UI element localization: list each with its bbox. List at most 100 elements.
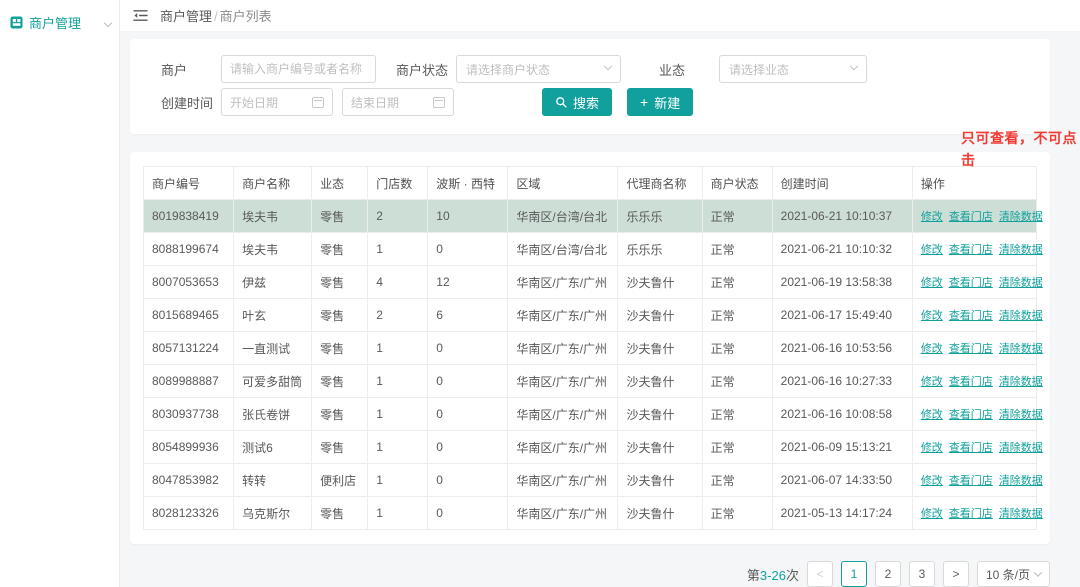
cell-actions: 修改查看门店清除数据 [912, 266, 1036, 299]
search-button[interactable]: 搜索 [542, 88, 612, 116]
cell-created: 2021-06-09 15:13:21 [772, 431, 912, 464]
business-type-select[interactable]: 请选择业态 [719, 55, 867, 83]
view-stores-link[interactable]: 查看门店 [949, 508, 993, 520]
clear-data-link[interactable]: 清除数据 [999, 508, 1043, 520]
cell-agent: 沙夫鲁什 [618, 497, 702, 530]
column-header: 创建时间 [772, 167, 912, 200]
view-stores-link[interactable]: 查看门店 [949, 244, 993, 256]
page-button-3[interactable]: 3 [909, 561, 935, 587]
clear-data-link[interactable]: 清除数据 [999, 277, 1043, 289]
page-button-1[interactable]: 1 [841, 561, 867, 587]
cell-posite: 0 [428, 332, 508, 365]
plus-icon: + [640, 95, 648, 109]
menu-fold-icon[interactable] [133, 9, 148, 22]
clear-data-link[interactable]: 清除数据 [999, 244, 1043, 256]
column-header: 区域 [508, 167, 618, 200]
clear-data-link[interactable]: 清除数据 [999, 376, 1043, 388]
table-row: 8088199674埃夫韦零售10华南区/台湾/台北乐乐乐正常2021-06-2… [144, 233, 1037, 266]
cell-region: 华南区/广东/广州 [508, 332, 618, 365]
chevron-down-icon [104, 18, 112, 26]
breadcrumb: 商户管理/商户列表 [160, 6, 272, 25]
cell-actions: 修改查看门店清除数据 [912, 497, 1036, 530]
cell-id: 8054899936 [144, 431, 234, 464]
clear-data-link[interactable]: 清除数据 [999, 211, 1043, 223]
merchant-table: 商户编号商户名称业态门店数波斯 · 西特区域代理商名称商户状态创建时间操作 80… [143, 166, 1037, 530]
search-icon [555, 96, 567, 108]
modify-link[interactable]: 修改 [921, 508, 943, 520]
chevron-down-icon [604, 62, 612, 70]
view-stores-link[interactable]: 查看门店 [949, 211, 993, 223]
cell-actions: 修改查看门店清除数据 [912, 365, 1036, 398]
cell-created: 2021-06-17 15:49:40 [772, 299, 912, 332]
modify-link[interactable]: 修改 [921, 475, 943, 487]
clear-data-link[interactable]: 清除数据 [999, 475, 1043, 487]
view-stores-link[interactable]: 查看门店 [949, 376, 993, 388]
pagination-total-prefix: 第 [747, 568, 760, 583]
view-stores-link[interactable]: 查看门店 [949, 475, 993, 487]
page-size-value: 10 条/页 [986, 566, 1030, 583]
breadcrumb-section[interactable]: 商户管理 [160, 9, 212, 24]
cell-type: 零售 [312, 365, 368, 398]
modify-link[interactable]: 修改 [921, 211, 943, 223]
annotation-note: 只可查看，不可点击 [961, 128, 1079, 171]
modify-link[interactable]: 修改 [921, 310, 943, 322]
business-type-placeholder: 请选择业态 [729, 61, 789, 78]
cell-type: 零售 [312, 431, 368, 464]
table-header-row: 商户编号商户名称业态门店数波斯 · 西特区域代理商名称商户状态创建时间操作 [144, 167, 1037, 200]
view-stores-link[interactable]: 查看门店 [949, 409, 993, 421]
merchant-status-label: 商户状态 [396, 60, 456, 79]
modify-link[interactable]: 修改 [921, 244, 943, 256]
cell-created: 2021-06-07 14:33:50 [772, 464, 912, 497]
cell-actions: 修改查看门店清除数据 [912, 200, 1036, 233]
prev-page-button[interactable]: < [807, 561, 833, 587]
cell-posite: 0 [428, 431, 508, 464]
filter-row-1: 商户 商户状态 请选择商户状态 业态 请选择业态 [161, 55, 1030, 83]
modify-link[interactable]: 修改 [921, 442, 943, 454]
cell-stores: 1 [368, 464, 428, 497]
filter-card: 商户 商户状态 请选择商户状态 业态 请选择业态 创建时间 [130, 39, 1050, 134]
cell-status: 正常 [702, 332, 772, 365]
clear-data-link[interactable]: 清除数据 [999, 409, 1043, 421]
view-stores-link[interactable]: 查看门店 [949, 310, 993, 322]
cell-region: 华南区/台湾/台北 [508, 233, 618, 266]
cell-created: 2021-06-16 10:53:56 [772, 332, 912, 365]
merchant-input[interactable] [221, 55, 376, 83]
page-size-select[interactable]: 10 条/页 [977, 561, 1050, 587]
modify-link[interactable]: 修改 [921, 343, 943, 355]
next-page-button[interactable]: > [943, 561, 969, 587]
clear-data-link[interactable]: 清除数据 [999, 310, 1043, 322]
cell-posite: 0 [428, 365, 508, 398]
shop-grid-icon [10, 16, 23, 29]
sidebar-item-merchant-management[interactable]: 商户管理 [0, 0, 119, 45]
view-stores-link[interactable]: 查看门店 [949, 343, 993, 355]
table-card: 商户编号商户名称业态门店数波斯 · 西特区域代理商名称商户状态创建时间操作 80… [130, 152, 1050, 544]
page-button-2[interactable]: 2 [875, 561, 901, 587]
merchant-status-select[interactable]: 请选择商户状态 [456, 55, 621, 83]
view-stores-link[interactable]: 查看门店 [949, 442, 993, 454]
cell-type: 便利店 [312, 464, 368, 497]
cell-agent: 乐乐乐 [618, 200, 702, 233]
cell-stores: 1 [368, 233, 428, 266]
cell-agent: 沙夫鲁什 [618, 365, 702, 398]
pagination: 第3-26次 < 123 > 10 条/页 [130, 561, 1050, 587]
cell-type: 零售 [312, 398, 368, 431]
clear-data-link[interactable]: 清除数据 [999, 343, 1043, 355]
cell-created: 2021-06-16 10:08:58 [772, 398, 912, 431]
cell-posite: 0 [428, 464, 508, 497]
end-date-input[interactable]: 结束日期 [342, 88, 454, 116]
table-row: 8047853982转转便利店10华南区/广东/广州沙夫鲁什正常2021-06-… [144, 464, 1037, 497]
modify-link[interactable]: 修改 [921, 376, 943, 388]
merchant-status-placeholder: 请选择商户状态 [466, 61, 550, 78]
cell-region: 华南区/广东/广州 [508, 398, 618, 431]
cell-id: 8015689465 [144, 299, 234, 332]
column-header: 操作 [912, 167, 1036, 200]
start-date-input[interactable]: 开始日期 [221, 88, 333, 116]
cell-actions: 修改查看门店清除数据 [912, 431, 1036, 464]
create-button[interactable]: + 新建 [627, 88, 693, 116]
cell-name: 伊兹 [234, 266, 312, 299]
modify-link[interactable]: 修改 [921, 277, 943, 289]
modify-link[interactable]: 修改 [921, 409, 943, 421]
view-stores-link[interactable]: 查看门店 [949, 277, 993, 289]
clear-data-link[interactable]: 清除数据 [999, 442, 1043, 454]
cell-id: 8028123326 [144, 497, 234, 530]
